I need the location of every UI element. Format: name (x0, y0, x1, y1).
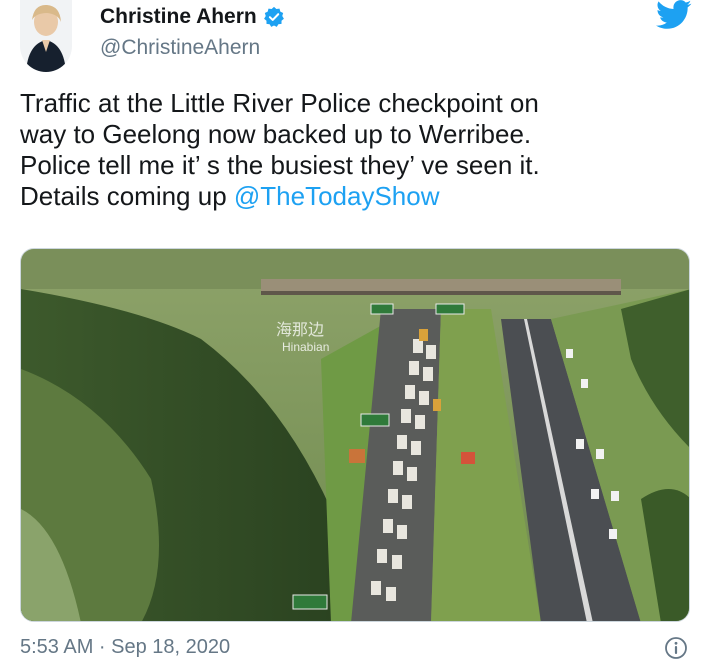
twitter-bird-icon[interactable] (656, 0, 692, 30)
traffic-photo (21, 249, 689, 621)
watermark-english: Hinabian (282, 340, 330, 354)
tweet-card: Christine Ahern @ChristineAhern Traffic … (0, 0, 701, 670)
tweet-line: Police tell me it’ s the busiest they’ v… (20, 150, 540, 180)
tweet-photo[interactable] (20, 248, 690, 622)
author-name-row[interactable]: Christine Ahern (100, 5, 285, 29)
watermark-chinese: 海那边 (276, 320, 325, 339)
tweet-text: Traffic at the Little River Police check… (20, 88, 690, 212)
tweet-timestamp[interactable]: 5:53 AM · Sep 18, 2020 (20, 636, 230, 659)
tweet-line: Details coming up (20, 181, 234, 211)
info-icon[interactable] (664, 636, 688, 660)
author-display-name[interactable]: Christine Ahern (100, 5, 257, 29)
tweet-line: Traffic at the Little River Police check… (20, 88, 539, 118)
tweet-line: way to Geelong now backed up to Werribee… (20, 119, 532, 149)
verified-badge-icon (263, 6, 284, 27)
avatar[interactable] (20, 0, 72, 72)
author-handle[interactable]: @ChristineAhern (100, 36, 260, 60)
mention-link[interactable]: @TheTodayShow (234, 181, 440, 211)
